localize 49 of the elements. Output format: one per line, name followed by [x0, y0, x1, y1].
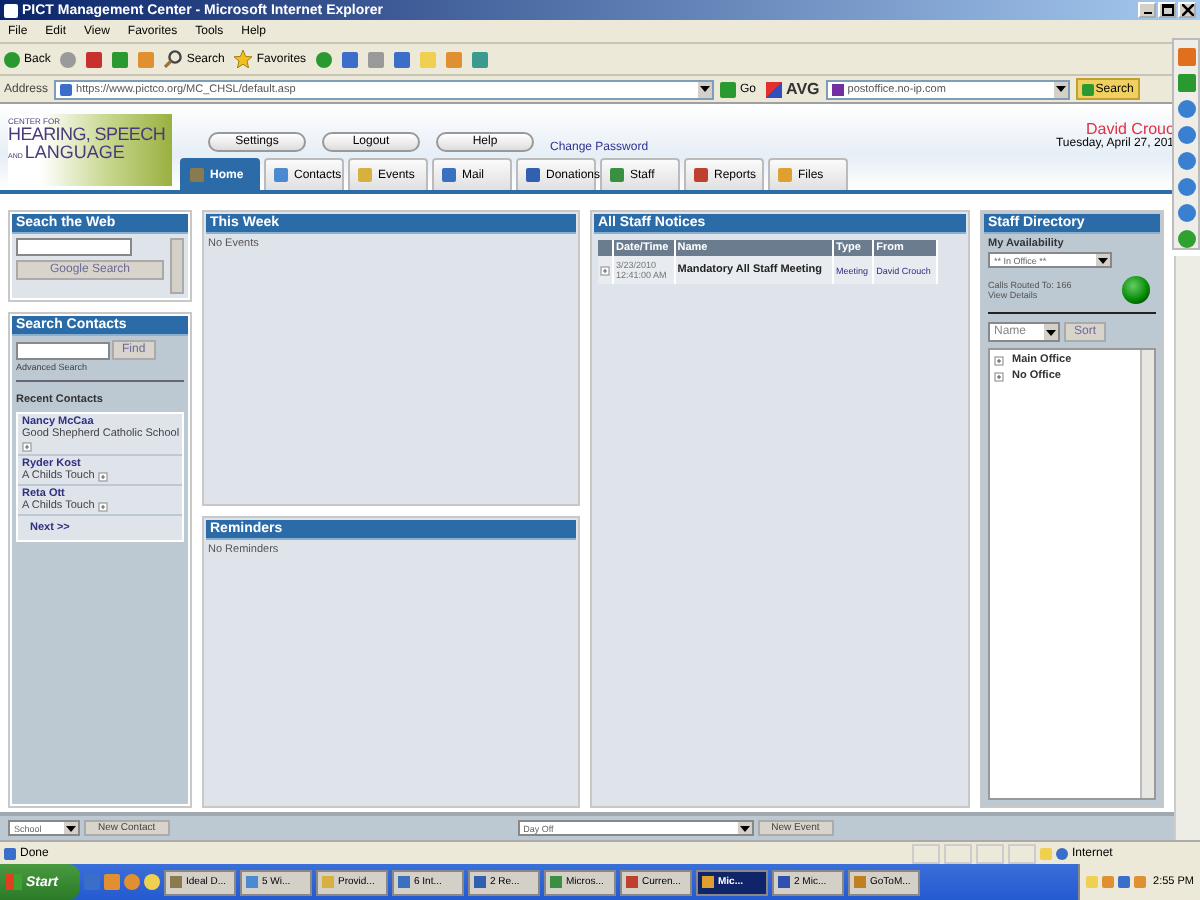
expand-icon[interactable] [98, 471, 109, 481]
expand-icon[interactable] [994, 371, 1004, 381]
dropdown-arrow-icon[interactable] [698, 81, 713, 97]
expand-icon[interactable] [600, 265, 610, 275]
minimize-button[interactable] [1138, 2, 1156, 18]
browser-icon [4, 3, 18, 17]
expand-icon[interactable] [98, 501, 109, 511]
star-icon [234, 50, 253, 68]
avg-button[interactable]: AVG [766, 80, 820, 98]
web-search-field[interactable] [16, 238, 132, 256]
status-panel [976, 843, 1004, 863]
program-icon [322, 876, 334, 888]
dropdown-arrow-icon[interactable] [1044, 324, 1058, 340]
tab-icon [526, 168, 540, 182]
dropdown-arrow-icon[interactable] [64, 822, 78, 834]
status-panel [944, 843, 972, 863]
status-panel [1008, 843, 1036, 863]
close-button[interactable] [1178, 2, 1196, 18]
scrollbar[interactable] [1140, 350, 1154, 798]
expand-icon[interactable] [994, 355, 1004, 365]
program-icon [474, 876, 486, 888]
tab-icon [778, 168, 792, 182]
program-icon [702, 876, 714, 888]
tab-icon [274, 168, 288, 182]
tab-icon [610, 168, 624, 182]
tab-icon [694, 168, 708, 182]
logo-icon [766, 81, 783, 97]
page-scrollbar[interactable] [1174, 256, 1200, 840]
scrollbar[interactable] [170, 238, 184, 294]
program-icon [246, 876, 258, 888]
program-icon [626, 876, 638, 888]
tab-icon [190, 168, 204, 182]
program-icon [398, 876, 410, 888]
contact-search-field[interactable] [16, 341, 110, 359]
program-icon [170, 876, 182, 888]
expand-icon[interactable] [22, 442, 32, 452]
status-light-icon [1122, 276, 1150, 304]
program-icon [550, 876, 562, 888]
status-panel [912, 843, 940, 863]
tab-icon [442, 168, 456, 182]
program-icon [778, 876, 790, 888]
maximize-button[interactable] [1158, 2, 1176, 18]
dropdown-arrow-icon[interactable] [1053, 81, 1068, 97]
windows-logo-icon [6, 874, 22, 890]
dropdown-arrow-icon[interactable] [737, 822, 752, 834]
dropdown-arrow-icon[interactable] [1096, 254, 1110, 266]
tab-icon [358, 168, 372, 182]
user-name: David Crouc [1085, 119, 1174, 137]
program-icon [854, 876, 866, 888]
